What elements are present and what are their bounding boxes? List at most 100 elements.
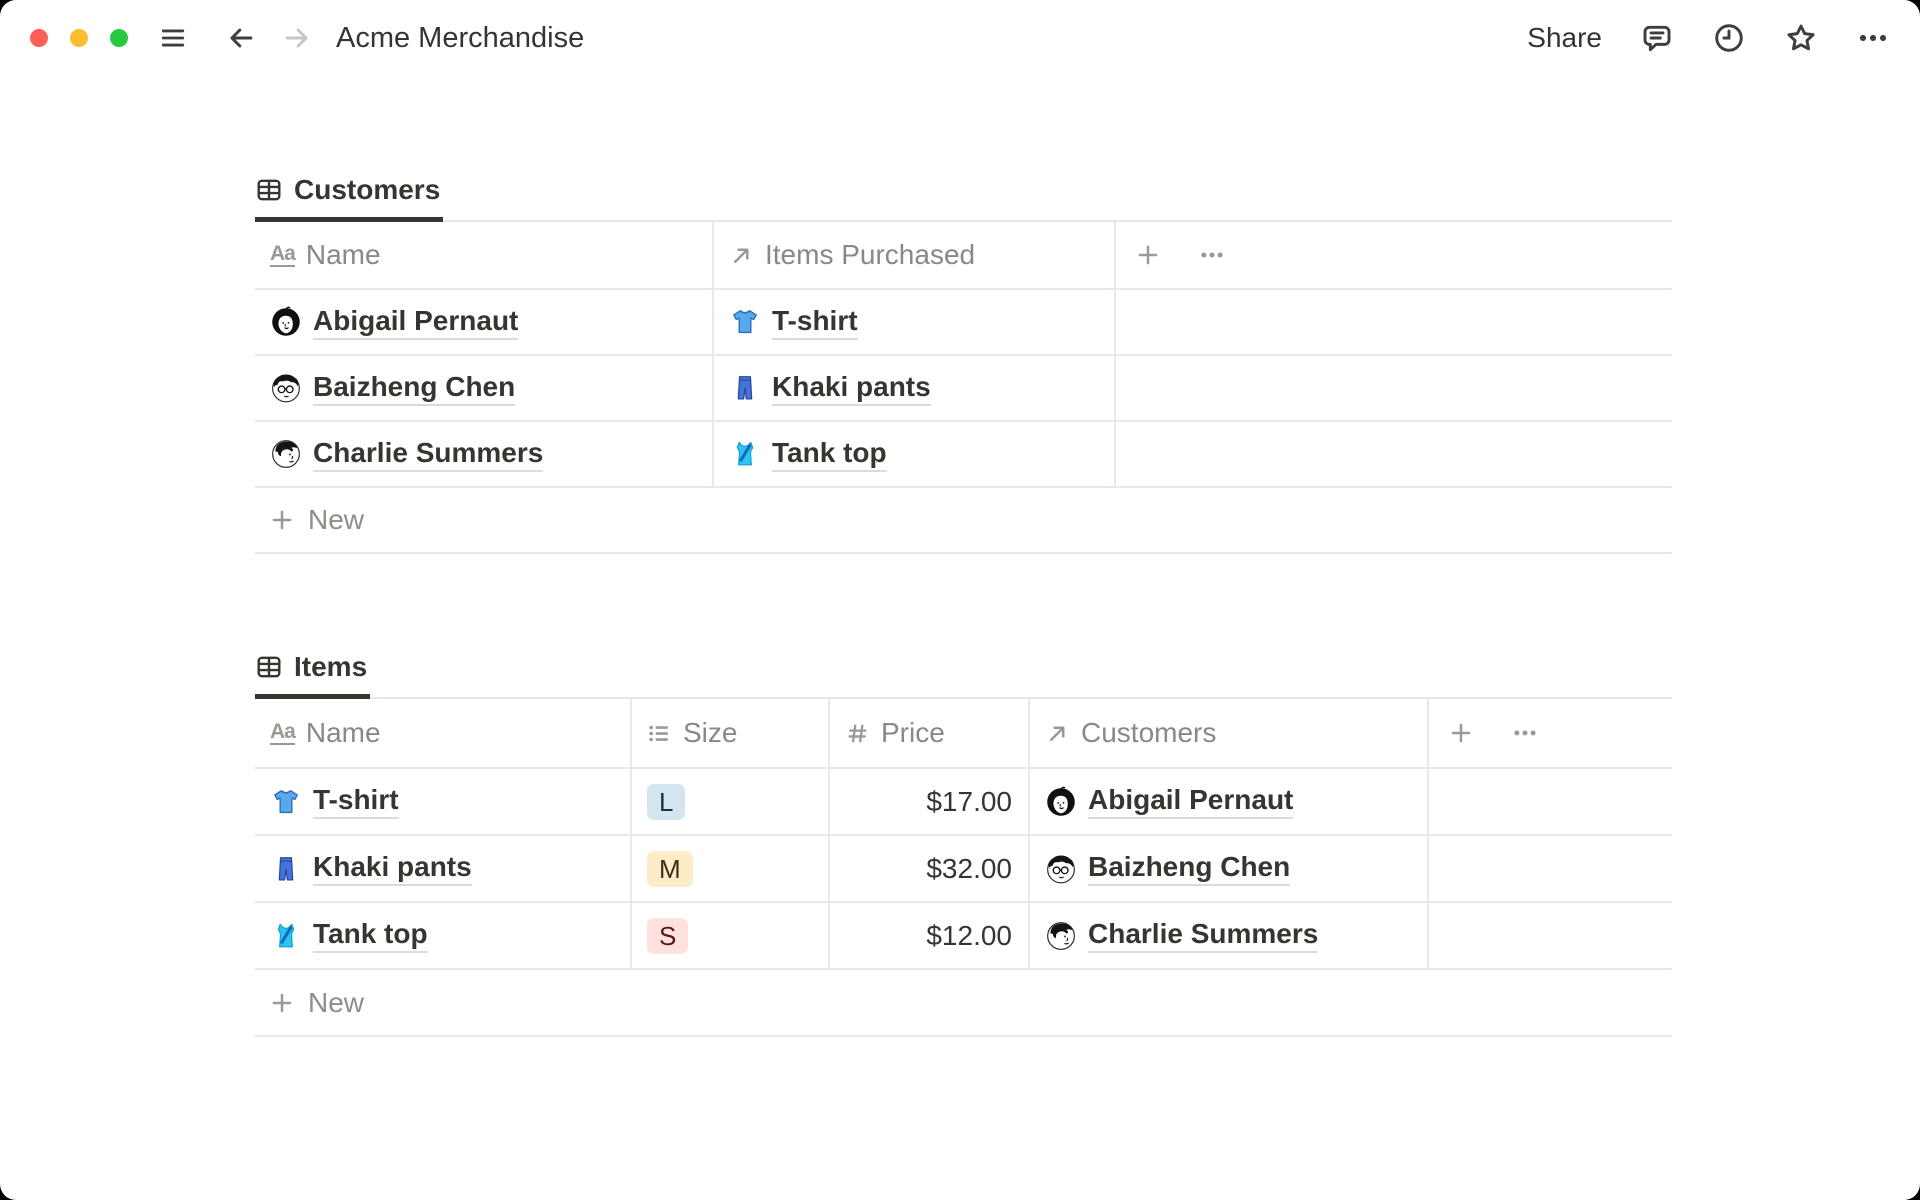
tanktop-icon [270, 920, 302, 952]
baizheng-avatar [1045, 853, 1077, 885]
back-arrow-icon [230, 28, 253, 48]
size-cell[interactable]: S [632, 903, 830, 968]
add-column-button[interactable] [1134, 241, 1162, 269]
relation-link: Abigail Pernaut [1088, 784, 1294, 819]
plus-icon [272, 510, 292, 530]
column-header-size[interactable]: Size [632, 699, 830, 767]
table-view-icon [257, 656, 281, 678]
history-button[interactable] [1712, 21, 1746, 55]
customers-cell[interactable]: Baizheng Chen [1030, 836, 1429, 901]
name-cell[interactable]: Baizheng Chen [255, 356, 714, 420]
items-purchased-cell[interactable]: Tank top [714, 422, 1116, 486]
tab-label: Customers [294, 174, 441, 205]
close-window-button[interactable] [30, 29, 48, 47]
size-cell[interactable]: M [632, 836, 830, 901]
zoom-window-button[interactable] [110, 29, 128, 47]
items-header-row: Aa Name Size Price Customers [255, 699, 1672, 769]
customers-cell[interactable]: Abigail Pernaut [1030, 769, 1429, 834]
back-button[interactable] [224, 21, 258, 55]
name-cell[interactable]: T-shirt [255, 769, 632, 834]
page-link: T-shirt [313, 784, 399, 819]
column-label: Name [305, 239, 381, 270]
relation-link: T-shirt [772, 305, 858, 340]
page-link: Charlie Summers [313, 437, 544, 472]
items-header-extra [1429, 699, 1672, 767]
page-link: Tank top [313, 918, 428, 953]
price-cell[interactable]: $12.00 [830, 903, 1030, 968]
new-row-label: New [308, 986, 365, 1018]
empty-cell [1116, 422, 1672, 486]
size-badge: S [647, 917, 689, 954]
jeans-icon [729, 372, 761, 404]
table-row: Abigail Pernaut T-shirt [255, 290, 1672, 356]
size-cell[interactable]: L [632, 769, 830, 834]
add-column-button[interactable] [1447, 719, 1475, 747]
title-property-icon: Aa [270, 242, 296, 267]
table-row: Baizheng Chen Khaki pants [255, 356, 1672, 422]
tanktop-icon [729, 438, 761, 470]
plus-icon [1451, 723, 1471, 743]
favorite-button[interactable] [1784, 21, 1818, 55]
tshirt-icon [270, 786, 302, 818]
size-badge: L [647, 783, 686, 820]
customers-header-extra [1116, 222, 1672, 288]
star-icon [1787, 24, 1815, 51]
charlie-avatar [270, 438, 302, 470]
table-options-button[interactable] [1511, 719, 1539, 747]
customers-header-row: Aa Name Items Purchased [255, 222, 1672, 290]
price-cell[interactable]: $32.00 [830, 836, 1030, 901]
customers-cell[interactable]: Charlie Summers [1030, 903, 1429, 968]
sidebar-menu-button[interactable] [156, 21, 190, 55]
size-badge: M [647, 850, 693, 887]
new-row-button[interactable]: New [255, 970, 1672, 1037]
new-row-button[interactable]: New [255, 488, 1672, 554]
column-header-customers[interactable]: Customers [1030, 699, 1429, 767]
traffic-lights [30, 29, 128, 47]
table-options-button[interactable] [1198, 241, 1226, 269]
empty-cell [1116, 356, 1672, 420]
new-row-label: New [308, 504, 365, 535]
items-database: Items Aa Name Size Price Customers T-shi… [255, 633, 1672, 1037]
column-header-name[interactable]: Aa Name [255, 699, 632, 767]
column-header-price[interactable]: Price [830, 699, 1030, 767]
page-content: Customers Aa Name Items Purchased Abigai… [255, 0, 1672, 1124]
name-cell[interactable]: Charlie Summers [255, 422, 714, 486]
tab-items-table-view[interactable]: Items [255, 651, 371, 699]
relation-link: Khaki pants [772, 371, 931, 406]
empty-cell [1116, 290, 1672, 354]
column-header-name[interactable]: Aa Name [255, 222, 714, 288]
ellipsis-icon [1859, 34, 1887, 42]
ellipsis-icon [1201, 252, 1223, 258]
page-link: Baizheng Chen [313, 371, 516, 406]
abigail-avatar [1045, 786, 1077, 818]
column-label: Name [305, 717, 381, 748]
tab-label: Items [294, 651, 368, 682]
tab-customers-table-view[interactable]: Customers [255, 174, 444, 222]
minimize-window-button[interactable] [70, 29, 88, 47]
relation-arrow-icon [1050, 726, 1065, 741]
name-cell[interactable]: Abigail Pernaut [255, 290, 714, 354]
abigail-avatar [270, 306, 302, 338]
hamburger-icon [161, 29, 185, 47]
items-purchased-cell[interactable]: T-shirt [714, 290, 1116, 354]
column-header-items-purchased[interactable]: Items Purchased [714, 222, 1116, 288]
relation-link: Baizheng Chen [1088, 851, 1291, 886]
items-purchased-cell[interactable]: Khaki pants [714, 356, 1116, 420]
ellipsis-icon [1514, 730, 1536, 736]
table-view-icon [257, 179, 281, 201]
table-row: T-shirt L $17.00 Abigail Pernaut [255, 769, 1672, 836]
more-options-button[interactable] [1856, 21, 1890, 55]
relation-link: Tank top [772, 437, 887, 472]
name-cell[interactable]: Khaki pants [255, 836, 632, 901]
column-label: Items Purchased [765, 239, 976, 270]
title-property-icon: Aa [270, 720, 296, 745]
price-cell[interactable]: $17.00 [830, 769, 1030, 834]
app-window: Acme Merchandise Share Customers Aa Name… [0, 0, 1920, 1200]
table-row: Khaki pants M $32.00 Baizheng Chen [255, 836, 1672, 903]
select-property-icon [649, 725, 669, 741]
relation-arrow-icon [734, 248, 749, 263]
name-cell[interactable]: Tank top [255, 903, 632, 968]
column-label: Customers [1081, 717, 1217, 748]
page-link: Abigail Pernaut [313, 305, 519, 340]
customers-view-tabs: Customers [255, 158, 1672, 222]
